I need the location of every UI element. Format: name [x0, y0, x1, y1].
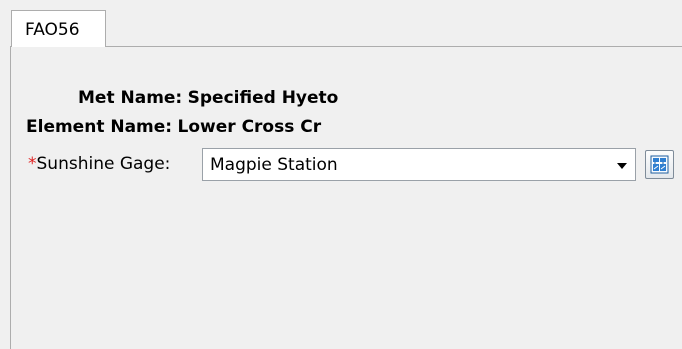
element-name-label: Element Name: — [26, 117, 173, 137]
chevron-down-icon[interactable] — [617, 163, 627, 169]
fao56-editor: FAO56 Met Name: Specified Hyeto Element … — [0, 0, 682, 349]
required-marker: * — [28, 154, 37, 174]
met-name-value: Specified Hyeto — [187, 88, 339, 108]
sunshine-gage-dropdown[interactable]: Magpie Station — [202, 148, 636, 181]
element-name-value: Lower Cross Cr — [177, 117, 322, 137]
element-name-row: Element Name: Lower Cross Cr — [26, 117, 321, 137]
gage-selector-button[interactable] — [645, 150, 674, 179]
gage-selector-icon — [650, 155, 669, 174]
tab-fao56[interactable]: FAO56 — [11, 10, 106, 47]
tab-fao56-label: FAO56 — [25, 20, 80, 40]
sunshine-gage-selected-value: Magpie Station — [210, 155, 338, 175]
met-name-label: Met Name: — [78, 88, 183, 108]
met-name-row: Met Name: Specified Hyeto — [78, 88, 338, 108]
sunshine-gage-label: Sunshine Gage: — [36, 154, 171, 174]
sunshine-gage-label-row: *Sunshine Gage: — [28, 154, 170, 174]
